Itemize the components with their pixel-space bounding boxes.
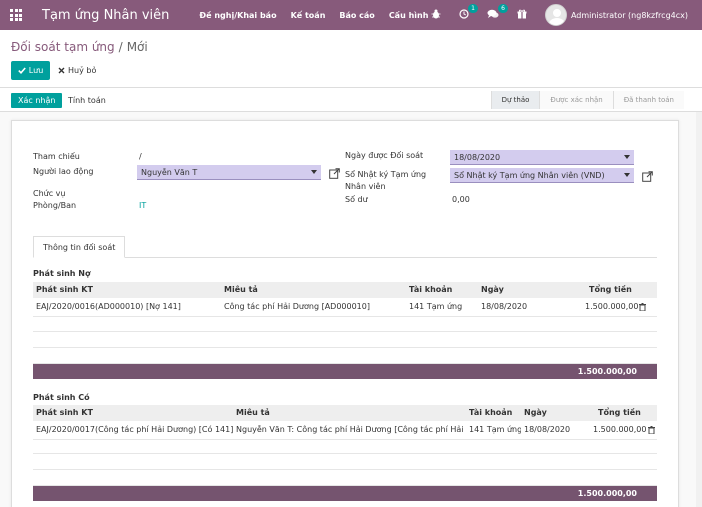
systray: 1 6 Administrator (ng8kzfrcg4cx)	[431, 0, 702, 30]
scrollbar[interactable]	[696, 112, 702, 507]
gift-icon[interactable]	[517, 9, 527, 22]
department-link[interactable]: IT	[139, 201, 146, 210]
employee-select[interactable]: Nguyễn Văn T	[137, 165, 321, 180]
move-cell: EAJ/2020/0016(AD000010) [Nợ 141]	[36, 302, 181, 311]
breadcrumb-current: Mới	[126, 40, 148, 54]
bug-icon[interactable]	[431, 9, 441, 22]
empty-row	[33, 331, 657, 348]
chevron-down-icon	[311, 170, 317, 174]
employee-label: Người lao động	[33, 167, 94, 176]
column-header[interactable]: Miêu tả	[224, 282, 258, 298]
breadcrumb-separator: /	[118, 40, 123, 54]
column-header[interactable]: Phát sinh KT	[36, 282, 93, 298]
date-cell: 18/08/2020	[524, 425, 571, 434]
reference-label: Tham chiếu	[33, 152, 80, 161]
debit-section-title: Phát sinh Nợ	[33, 269, 91, 278]
column-header[interactable]: Tài khoản	[469, 405, 512, 421]
amount-cell: 1.500.000,00	[593, 425, 647, 434]
discard-label: Huỷ bỏ	[68, 66, 97, 75]
column-header[interactable]: Ngày	[481, 282, 504, 298]
column-header[interactable]: Tài khoản	[409, 282, 452, 298]
menu-item-accounting[interactable]: Kế toán	[291, 11, 326, 20]
journal-select[interactable]: Sổ Nhật ký Tạm ứng Nhân viên (VND)	[450, 168, 634, 183]
top-navbar: Tạm ứng Nhân viên Đề nghị/Khai báo Kế to…	[0, 0, 702, 30]
job-label: Chức vụ	[33, 189, 66, 198]
messages-badge: 6	[498, 3, 508, 13]
close-icon	[58, 67, 65, 74]
amount-cell: 1.500.000,00	[585, 302, 639, 311]
trash-icon[interactable]	[648, 426, 655, 434]
messages-icon[interactable]: 6	[487, 3, 508, 22]
department-label: Phòng/Ban	[33, 201, 77, 210]
breadcrumb-parent[interactable]: Đối soát tạm ứng	[11, 40, 115, 54]
menu-item-reports[interactable]: Báo cáo	[339, 11, 374, 20]
tab-reconciliation-info[interactable]: Thông tin đối soát	[33, 236, 126, 258]
empty-row	[33, 348, 657, 364]
stage-draft[interactable]: Dự thảo	[490, 91, 540, 109]
menu-item-requests[interactable]: Đề nghị/Khai báo	[199, 11, 276, 20]
app-title: Tạm ứng Nhân viên	[42, 7, 170, 23]
stage-confirmed[interactable]: Được xác nhận	[539, 91, 613, 109]
chevron-down-icon	[624, 155, 630, 159]
chevron-down-icon	[624, 173, 630, 177]
breadcrumb: Đối soát tạm ứng / Mới	[11, 40, 148, 54]
credit-section-title: Phát sinh Có	[33, 393, 90, 402]
column-header[interactable]: Tổng tiền	[589, 282, 632, 298]
account-cell: 141 Tạm ứng	[409, 302, 463, 311]
credit-total: 1.500.000,00	[577, 489, 637, 498]
description-cell: Nguyễn Văn T: Công tác phí Hải Dương [Cô…	[236, 425, 464, 434]
main-menu: Đề nghị/Khai báo Kế toán Báo cáo Cấu hìn…	[199, 11, 428, 20]
stage-paid[interactable]: Đã thanh toán	[612, 91, 684, 109]
tab-divider	[33, 257, 657, 258]
journal-value: Sổ Nhật ký Tạm ứng Nhân viên (VND)	[454, 170, 605, 180]
external-link-icon[interactable]	[642, 171, 653, 182]
table-header: Phát sinh KT Miêu tả Tài khoản Ngày Tổng…	[33, 282, 657, 298]
move-cell: EAJ/2020/0017(Công tác phí Hải Dương) [C…	[36, 425, 233, 434]
apps-menu-icon[interactable]	[10, 9, 24, 21]
status-bar: Xác nhận Tính toán Dự thảo Được xác nhận…	[0, 88, 702, 112]
credit-total-row: 1.500.000,00	[33, 486, 657, 501]
table-header: Phát sinh KT Miêu tả Tài khoản Ngày Tổng…	[33, 405, 657, 421]
debit-total: 1.500.000,00	[577, 367, 637, 376]
account-cell: 141 Tạm ứng	[469, 425, 521, 434]
employee-value: Nguyễn Văn T	[141, 167, 198, 177]
date-value: 18/08/2020	[454, 152, 501, 162]
credit-table: Phát sinh KT Miêu tả Tài khoản Ngày Tổng…	[33, 405, 657, 501]
debit-table: Phát sinh KT Miêu tả Tài khoản Ngày Tổng…	[33, 282, 657, 379]
column-header[interactable]: Ngày	[524, 405, 547, 421]
journal-label-line1: Sổ Nhật ký Tạm ứng	[345, 170, 427, 179]
save-button[interactable]: Lưu	[11, 61, 50, 80]
reference-value: /	[139, 152, 142, 161]
stage-pipeline: Dự thảo Được xác nhận Đã thanh toán	[490, 91, 684, 109]
trash-icon[interactable]	[639, 303, 646, 311]
empty-row	[33, 453, 657, 470]
activity-clock-icon[interactable]: 1	[459, 3, 478, 22]
table-row[interactable]: EAJ/2020/0017(Công tác phí Hải Dương) [C…	[33, 421, 657, 440]
confirm-button[interactable]: Xác nhận	[11, 93, 63, 108]
column-header[interactable]: Tổng tiền	[598, 405, 641, 421]
external-link-icon[interactable]	[329, 168, 340, 179]
compute-button[interactable]: Tính toán	[68, 93, 106, 108]
column-header[interactable]: Phát sinh KT	[36, 405, 93, 421]
date-input[interactable]: 18/08/2020	[450, 150, 634, 165]
table-row[interactable]: EAJ/2020/0016(AD000010) [Nợ 141] Công tá…	[33, 298, 657, 317]
balance-value: 0,00	[452, 195, 470, 204]
empty-row	[33, 470, 657, 486]
balance-label: Số dư	[345, 195, 368, 204]
menu-item-configuration[interactable]: Cấu hình	[389, 11, 429, 20]
check-icon	[17, 67, 26, 74]
save-label: Lưu	[28, 66, 44, 75]
username[interactable]: Administrator (ng8kzfrcg4cx)	[571, 11, 688, 20]
activity-badge: 1	[468, 3, 478, 13]
journal-label-line2: Nhân viên	[345, 182, 386, 191]
date-cell: 18/08/2020	[481, 302, 528, 311]
debit-total-row: 1.500.000,00	[33, 364, 657, 379]
user-avatar[interactable]	[544, 4, 567, 26]
date-label: Ngày được Đối soát	[345, 151, 424, 160]
description-cell: Công tác phí Hải Dương [AD000010]	[224, 302, 370, 311]
column-header[interactable]: Miêu tả	[236, 405, 270, 421]
discard-button[interactable]: Huỷ bỏ	[58, 61, 96, 80]
